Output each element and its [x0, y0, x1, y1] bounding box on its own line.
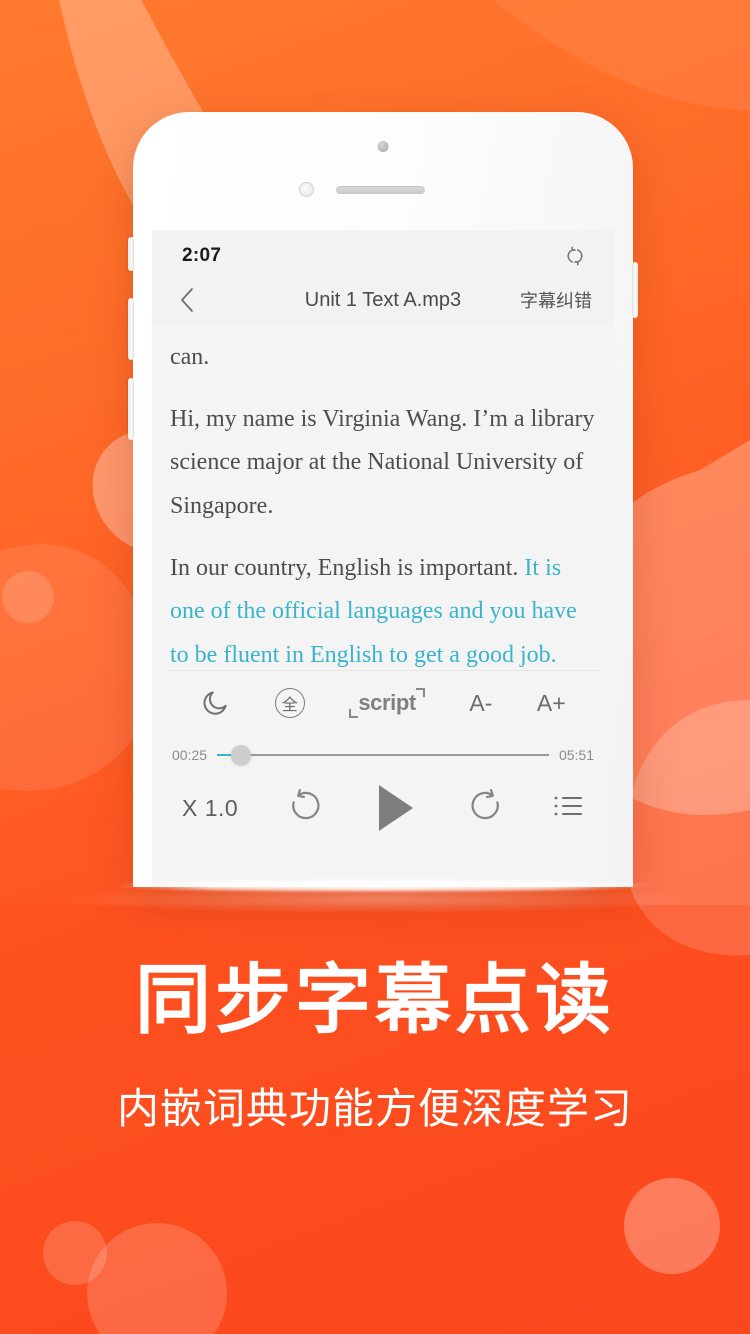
rewind-15-icon[interactable] [287, 788, 323, 829]
volume-up-button[interactable] [128, 298, 134, 360]
status-clock: 2:07 [182, 245, 222, 266]
sync-refresh-icon[interactable] [564, 245, 586, 267]
reader-toolbar: 全 script A- A+ [152, 671, 614, 735]
earpiece-speaker [336, 186, 425, 194]
decor-sweep-top [493, 0, 750, 110]
bracket-top-right-icon [415, 688, 425, 697]
transcript-paragraph[interactable]: Hi, my name is Virginia Wang. I’m a libr… [170, 398, 596, 529]
transcript-text: can. [170, 344, 210, 370]
forward-15-icon[interactable] [468, 788, 504, 829]
bracket-bottom-left-icon [349, 709, 359, 718]
playlist-icon[interactable] [552, 793, 584, 824]
back-button[interactable] [170, 283, 204, 317]
font-decrease-button[interactable]: A- [469, 690, 492, 717]
current-time-label: 00:25 [172, 747, 208, 763]
progress-slider[interactable] [217, 745, 549, 765]
transcript-text: Hi, my name is Virginia Wang. I’m a libr… [170, 405, 595, 520]
full-text-label: 全 [274, 688, 305, 718]
player-controls: X 1.0 [152, 775, 614, 841]
full-text-icon[interactable]: 全 [274, 688, 305, 718]
script-label: script [358, 690, 416, 715]
navigation-bar: Unit 1 Text A.mp3 字幕纠错 [152, 276, 614, 324]
phone-bottom-highlight [113, 880, 653, 891]
night-mode-icon[interactable] [200, 688, 230, 718]
promo-captions: 同步字幕点读 内嵌词典功能方便深度学习 [0, 955, 750, 1136]
script-icon[interactable]: script [349, 687, 425, 719]
font-increase-button[interactable]: A+ [537, 690, 566, 717]
power-button[interactable] [632, 262, 638, 318]
decor-circle-br [624, 1178, 720, 1274]
phone-screen: 2:07 Unit 1 Text A.mp3 字幕纠错 can. Hi, my … [152, 230, 614, 887]
phone-top-bezel [133, 112, 633, 230]
silent-switch[interactable] [128, 237, 134, 271]
transcript-area[interactable]: can. Hi, my name is Virginia Wang. I’m a… [152, 324, 614, 670]
decor-circle-left [2, 571, 54, 623]
volume-down-button[interactable] [128, 378, 134, 440]
total-time-label: 05:51 [558, 747, 594, 763]
transcript-text: In our country, English is important. [170, 554, 525, 581]
progress-row: 00:25 05:51 [152, 735, 614, 775]
front-camera-icon [377, 141, 389, 152]
decor-circle-bl-small [43, 1221, 107, 1285]
proximity-sensor-icon [299, 182, 314, 197]
promo-headline: 同步字幕点读 [135, 955, 615, 1044]
progress-rail [217, 754, 549, 756]
subtitle-correction-button[interactable]: 字幕纠错 [520, 287, 592, 313]
playback-speed-button[interactable]: X 1.0 [182, 795, 238, 822]
play-triangle [379, 785, 414, 831]
promo-subline: 内嵌词典功能方便深度学习 [116, 1083, 633, 1133]
play-icon[interactable] [371, 782, 419, 834]
progress-knob[interactable] [230, 745, 251, 765]
status-bar: 2:07 [152, 230, 614, 276]
transcript-paragraph[interactable]: In our country, English is important. It… [170, 547, 596, 678]
transcript-paragraph[interactable]: can. [170, 336, 596, 380]
phone-mockup: 2:07 Unit 1 Text A.mp3 字幕纠错 can. Hi, my … [128, 112, 638, 887]
